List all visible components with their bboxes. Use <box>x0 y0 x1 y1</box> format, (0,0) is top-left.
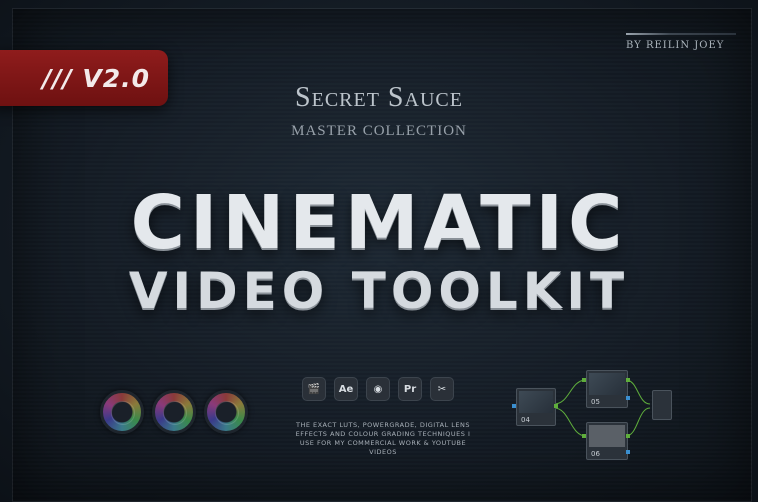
node-label: 06 <box>591 450 600 458</box>
output-port <box>626 434 630 438</box>
input-port <box>582 434 586 438</box>
capcut-icon: ✂ <box>430 377 454 401</box>
node-thumbnail <box>589 373 625 395</box>
after-effects-icon: Ae <box>334 377 358 401</box>
output-port <box>626 378 630 382</box>
color-wheel-gain <box>204 390 248 434</box>
input-port <box>512 404 516 408</box>
app-icons: 🎬 Ae ◉ Pr ✂ <box>302 377 454 401</box>
node-thumbnail <box>519 391 553 413</box>
output-port <box>626 396 630 400</box>
output-port <box>626 450 630 454</box>
subheadline: VIDEO TOOLKIT <box>128 262 630 320</box>
node-label: 05 <box>591 398 600 406</box>
node-graph: 04 05 06 <box>510 366 680 466</box>
color-wheels <box>100 390 248 434</box>
output-port <box>554 404 558 408</box>
node-05[interactable]: 05 <box>586 370 628 408</box>
node-thumbnail <box>589 425 625 447</box>
headline: CINEMATIC <box>130 180 628 266</box>
node-06[interactable]: 06 <box>586 422 628 460</box>
input-port <box>582 378 586 382</box>
davinci-resolve-icon: ◉ <box>366 377 390 401</box>
final-cut-pro-icon: 🎬 <box>302 377 326 401</box>
color-wheel-lift <box>100 390 144 434</box>
author-credit: BY REILIN JOEY <box>626 40 725 51</box>
node-output[interactable] <box>652 390 672 420</box>
color-wheel-gamma <box>152 390 196 434</box>
collection-subtitle: MASTER COLLECTION <box>291 123 467 139</box>
brand-title: Secret Sauce <box>295 82 463 113</box>
node-04[interactable]: 04 <box>516 388 556 426</box>
node-label: 04 <box>521 416 530 424</box>
description-text: THE EXACT LUTS, POWERGRADE, DIGITAL LENS… <box>295 421 471 456</box>
premiere-pro-icon: Pr <box>398 377 422 401</box>
top-divider <box>626 33 736 35</box>
